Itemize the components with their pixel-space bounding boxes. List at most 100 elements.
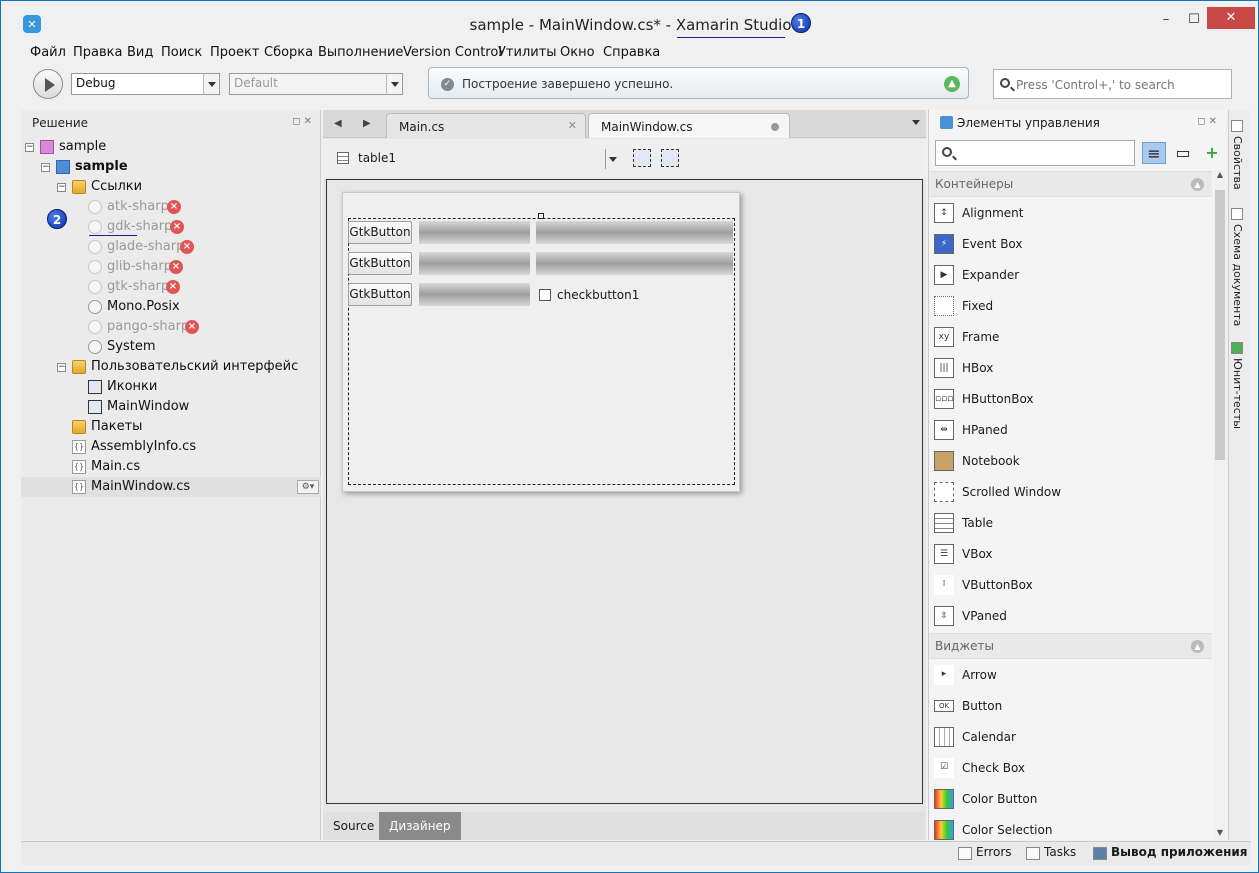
section-containers[interactable]: Контейнеры ▲ (929, 171, 1212, 197)
tab-back-icon[interactable]: ◀ (334, 118, 342, 129)
section-widgets[interactable]: Виджеты ▲ (929, 633, 1212, 659)
menu-file[interactable]: Файл (30, 45, 66, 60)
pad-controls[interactable]: ◻ ✕ (292, 116, 312, 127)
menu-project[interactable]: Проект (210, 45, 259, 60)
toolbox-item[interactable]: xy Frame (929, 322, 1212, 353)
tree-item-user-interface[interactable]: − Пользовательский интерфейс (21, 357, 321, 377)
side-tab-properties[interactable]: Свойства (1231, 120, 1244, 190)
collapse-icon[interactable]: − (41, 163, 50, 172)
scroll-up-icon[interactable]: ▲ (1214, 170, 1226, 182)
tab-forward-icon[interactable]: ▶ (363, 118, 371, 129)
compact-view-icon[interactable]: ▭ (1171, 142, 1195, 164)
toolbox-item[interactable]: ⇹ HPaned (929, 415, 1212, 446)
tree-item-project[interactable]: − sample (21, 157, 321, 177)
toolbox-item[interactable]: Scrolled Window (929, 477, 1212, 508)
blurred-widget[interactable] (419, 221, 530, 244)
tree-item-packages[interactable]: Пакеты (21, 417, 321, 437)
run-button[interactable] (33, 69, 63, 99)
collapse-icon[interactable]: − (57, 183, 66, 192)
menu-run[interactable]: Выполнение (318, 45, 403, 60)
menu-view[interactable]: Вид (127, 45, 153, 60)
chevron-down-icon[interactable] (605, 149, 617, 169)
side-tab-unit-tests[interactable]: Юнит-тесты (1231, 342, 1244, 429)
tree-item-reference[interactable]: pango-sharp × (21, 317, 321, 337)
toolbox-item[interactable]: ↕ Alignment (929, 198, 1212, 229)
side-tab-document-outline[interactable]: Схема документа (1231, 208, 1244, 326)
blurred-widget[interactable] (536, 221, 733, 244)
list-view-icon[interactable]: ≡ (1142, 142, 1166, 164)
toolbox-item[interactable]: ⁞ VButtonBox (929, 570, 1212, 601)
tree-item-references[interactable]: − Ссылки (21, 177, 321, 197)
toolbox-item[interactable]: ⇳ VPaned (929, 601, 1212, 632)
toolbox-scrollbar[interactable]: ▲ ▼ (1214, 170, 1226, 840)
tree-item-icons[interactable]: Иконки (21, 377, 321, 397)
tree-item-reference[interactable]: glade-sharp × (21, 237, 321, 257)
collapse-icon[interactable]: ▲ (1191, 178, 1204, 191)
tree-item-reference[interactable]: Mono.Posix (21, 297, 321, 317)
maximize-button[interactable]: ☐ (1179, 9, 1209, 31)
gtk-window-preview[interactable]: GtkButton GtkButton GtkButton checkbutto… (342, 192, 740, 492)
toolbox-item[interactable]: ☑ Check Box (929, 753, 1212, 784)
toolbox-item[interactable]: Fixed (929, 291, 1212, 322)
designer-canvas[interactable]: GtkButton GtkButton GtkButton checkbutto… (326, 179, 923, 804)
menu-version-control[interactable]: Version Control (403, 45, 502, 60)
tree-item-file[interactable]: {} AssemblyInfo.cs (21, 437, 321, 457)
toolbox-item[interactable]: Calendar (929, 722, 1212, 753)
tree-item-reference[interactable]: glib-sharp × (21, 257, 321, 277)
tree-item-file[interactable]: {} Main.cs (21, 457, 321, 477)
checkbutton-label[interactable]: checkbutton1 (557, 288, 639, 302)
checkbutton[interactable] (539, 289, 551, 301)
scroll-down-icon[interactable]: ▼ (1214, 828, 1226, 840)
tab-designer[interactable]: Дизайнер (379, 812, 461, 840)
blurred-widget[interactable] (536, 252, 733, 275)
close-icon[interactable]: ✕ (568, 119, 577, 132)
tree-item-reference[interactable]: System (21, 337, 321, 357)
toolbox-item[interactable]: ⚡ Event Box (929, 229, 1212, 260)
menu-edit[interactable]: Правка (73, 45, 122, 60)
tab-main-cs[interactable]: Main.cs ✕ (386, 113, 586, 138)
tree-item-solution[interactable]: − sample (21, 137, 321, 157)
tree-item-mainwindow[interactable]: MainWindow (21, 397, 321, 417)
collapse-icon[interactable]: − (25, 143, 34, 152)
blurred-widget[interactable] (419, 283, 530, 306)
toolbox-item[interactable]: ▸ Arrow (929, 660, 1212, 691)
errors-pad-button[interactable]: Errors (958, 845, 1012, 863)
toolbox-item[interactable]: ▶ Expander (929, 260, 1212, 291)
toolbox-item[interactable]: ▫▫▫ HButtonBox (929, 384, 1212, 415)
global-search-input[interactable]: Press 'Control+,' to search (993, 69, 1232, 99)
menu-build[interactable]: Сборка (264, 45, 313, 60)
toolbox-item[interactable]: Color Button (929, 784, 1212, 815)
widget-selector-label[interactable]: table1 (358, 151, 396, 165)
minimize-button[interactable]: – (1151, 9, 1181, 31)
select-child-icon[interactable] (661, 149, 679, 167)
tab-list-icon[interactable] (912, 120, 920, 125)
toolbox-item[interactable]: Table (929, 508, 1212, 539)
gtk-button[interactable]: GtkButton (348, 221, 412, 244)
tasks-pad-button[interactable]: Tasks (1026, 845, 1076, 863)
select-parent-icon[interactable] (633, 149, 651, 167)
collapse-icon[interactable]: − (57, 363, 66, 372)
resize-handle[interactable] (538, 213, 544, 219)
configuration-select[interactable]: Debug (71, 73, 220, 95)
toolbox-item[interactable]: Notebook (929, 446, 1212, 477)
toolbox-item[interactable]: OK Button (929, 691, 1212, 722)
scrollbar-thumb[interactable] (1215, 190, 1225, 460)
menu-help[interactable]: Справка (603, 45, 660, 60)
toolbox-item[interactable]: ||| HBox (929, 353, 1212, 384)
tab-source[interactable]: Source (323, 812, 384, 840)
menu-window[interactable]: Окно (560, 45, 595, 60)
pad-controls[interactable]: ◻ ✕ (1197, 116, 1217, 127)
toolbox-search-input[interactable] (935, 140, 1135, 166)
tab-mainwindow-cs[interactable]: MainWindow.cs (588, 113, 790, 138)
platform-select[interactable]: Default (229, 73, 403, 95)
application-output-button[interactable]: Вывод приложения (1093, 845, 1248, 863)
gtk-button[interactable]: GtkButton (348, 283, 412, 306)
blurred-widget[interactable] (419, 252, 530, 275)
gear-icon[interactable]: ⚙▾ (297, 480, 319, 494)
gtk-button[interactable]: GtkButton (348, 252, 412, 275)
close-button[interactable]: ✕ (1207, 7, 1255, 29)
collapse-icon[interactable]: ▲ (1191, 640, 1204, 653)
add-icon[interactable]: + (1200, 142, 1224, 164)
tree-item-file-selected[interactable]: {} MainWindow.cs ⚙▾ (21, 477, 321, 497)
toolbox-item[interactable]: ☰ VBox (929, 539, 1212, 570)
